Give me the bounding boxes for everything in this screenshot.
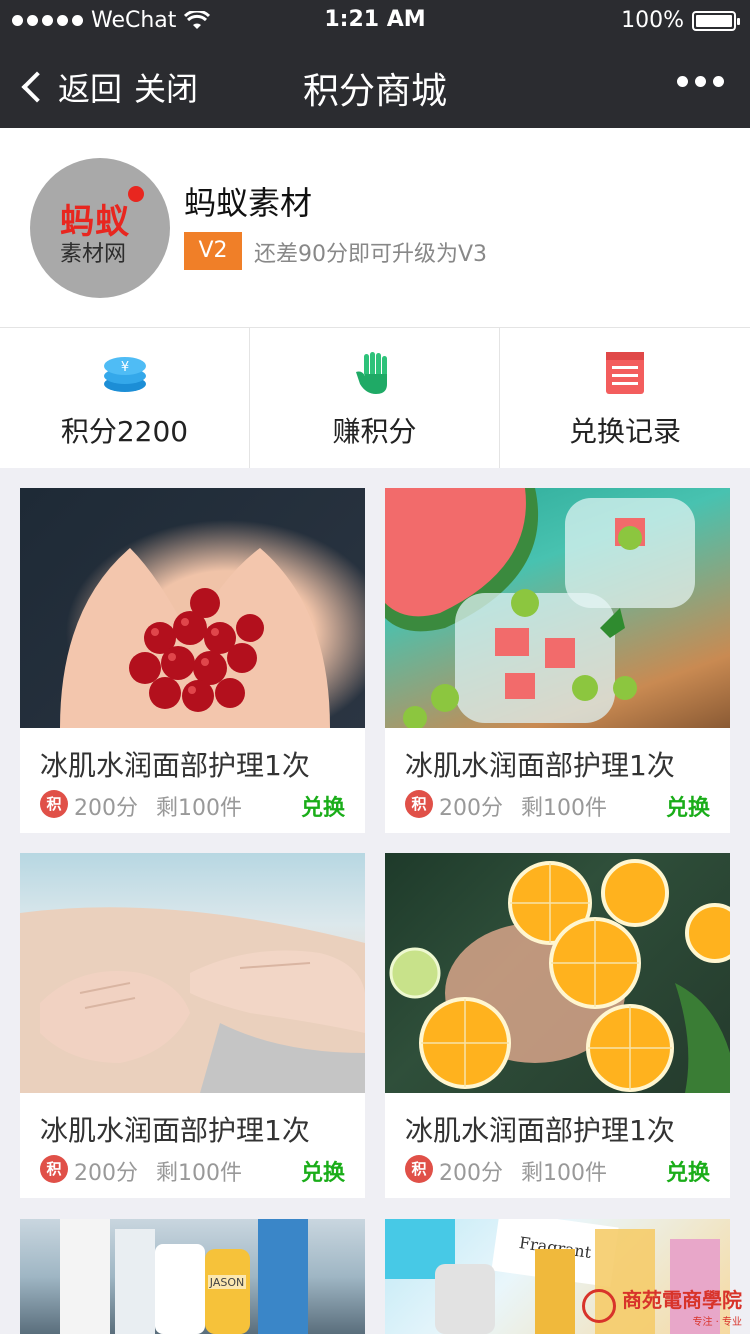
- exchange-records-button[interactable]: 兑换记录: [500, 328, 750, 468]
- top-bar: WeChat 1:21 AM 100% 返回 关闭 积分商城: [0, 0, 750, 128]
- product-image: [20, 488, 365, 728]
- exchange-button[interactable]: 兑换: [666, 1155, 710, 1187]
- product-points: 200分: [439, 1161, 503, 1186]
- exchange-button[interactable]: 兑换: [301, 1155, 345, 1187]
- watermark-subtext: 专注 · 专业: [692, 1317, 742, 1328]
- product-image: [385, 488, 730, 728]
- points-balance-button[interactable]: ¥ 积分2200: [0, 328, 250, 468]
- exchange-button[interactable]: 兑换: [666, 790, 710, 822]
- product-points: 200分: [74, 1161, 138, 1186]
- product-points: 200分: [439, 796, 503, 821]
- watermark-seal-icon: [582, 1289, 616, 1323]
- avatar-logo-subtext: 素材网: [60, 242, 127, 267]
- profile-header: 蚂蚁 素材网 蚂蚁素材 V2 还差90分即可升级为V3: [0, 128, 750, 328]
- watermark: 商苑電商學院 专注 · 专业: [582, 1284, 742, 1328]
- product-stock: 剩100件: [521, 1161, 607, 1186]
- watermark-text: 商苑電商學院: [622, 1288, 742, 1312]
- ant-logo-icon: [128, 186, 144, 202]
- product-title: 冰肌水润面部护理1次: [405, 749, 675, 782]
- coin-stack-icon: ¥: [103, 357, 146, 392]
- more-menu-button[interactable]: [677, 76, 724, 87]
- product-title: 冰肌水润面部护理1次: [40, 749, 310, 782]
- product-stock: 剩100件: [156, 1161, 242, 1186]
- points-badge-icon: 积: [405, 790, 433, 818]
- product-image: JASON: [20, 1219, 365, 1334]
- more-dot-icon: [713, 76, 724, 87]
- product-meta: 积 200分 剩100件 兑换: [405, 1155, 710, 1187]
- product-card[interactable]: 冰肌水润面部护理1次 积 200分 剩100件 兑换: [385, 853, 730, 1198]
- earn-points-label: 赚积分: [332, 415, 417, 448]
- points-badge-icon: 积: [40, 1155, 68, 1183]
- record-list-icon: [606, 352, 644, 394]
- level-badge: V2: [184, 232, 242, 270]
- battery-percent: 100%: [621, 8, 684, 33]
- nav-bar: 返回 关闭 积分商城: [0, 40, 750, 128]
- product-points: 200分: [74, 796, 138, 821]
- profile-name: 蚂蚁素材: [184, 184, 313, 222]
- product-card[interactable]: 冰肌水润面部护理1次 积 200分 剩100件 兑换: [20, 853, 365, 1198]
- status-bar: WeChat 1:21 AM 100%: [0, 0, 750, 40]
- product-card[interactable]: JASON: [20, 1219, 365, 1334]
- more-dot-icon: [695, 76, 706, 87]
- product-meta: 积 200分 剩100件 兑换: [405, 790, 710, 822]
- bottle-label: JASON: [209, 1276, 244, 1289]
- stats-row: ¥ 积分2200 赚积分 兑换记录: [0, 328, 750, 468]
- product-stock: 剩100件: [156, 796, 242, 821]
- product-image: [20, 853, 365, 1093]
- avatar: 蚂蚁 素材网: [30, 158, 170, 298]
- product-card[interactable]: 冰肌水润面部护理1次 积 200分 剩100件 兑换: [20, 488, 365, 833]
- exchange-records-label: 兑换记录: [568, 415, 681, 448]
- level-upgrade-hint: 还差90分即可升级为V3: [254, 242, 488, 267]
- product-title: 冰肌水润面部护理1次: [405, 1114, 675, 1147]
- page-title: 积分商城: [302, 71, 447, 112]
- product-meta: 积 200分 剩100件 兑换: [40, 790, 345, 822]
- svg-text:¥: ¥: [120, 360, 128, 375]
- battery-icon: [692, 10, 740, 31]
- product-title: 冰肌水润面部护理1次: [40, 1114, 310, 1147]
- points-badge-icon: 积: [405, 1155, 433, 1183]
- points-balance-label: 积分2200: [60, 415, 189, 448]
- more-dot-icon: [677, 76, 688, 87]
- hand-icon: [355, 352, 387, 394]
- product-card[interactable]: 冰肌水润面部护理1次 积 200分 剩100件 兑换: [385, 488, 730, 833]
- exchange-button[interactable]: 兑换: [301, 790, 345, 822]
- points-badge-icon: 积: [40, 790, 68, 818]
- earn-points-button[interactable]: 赚积分: [250, 328, 500, 468]
- product-meta: 积 200分 剩100件 兑换: [40, 1155, 345, 1187]
- product-image: [385, 853, 730, 1093]
- product-stock: 剩100件: [521, 796, 607, 821]
